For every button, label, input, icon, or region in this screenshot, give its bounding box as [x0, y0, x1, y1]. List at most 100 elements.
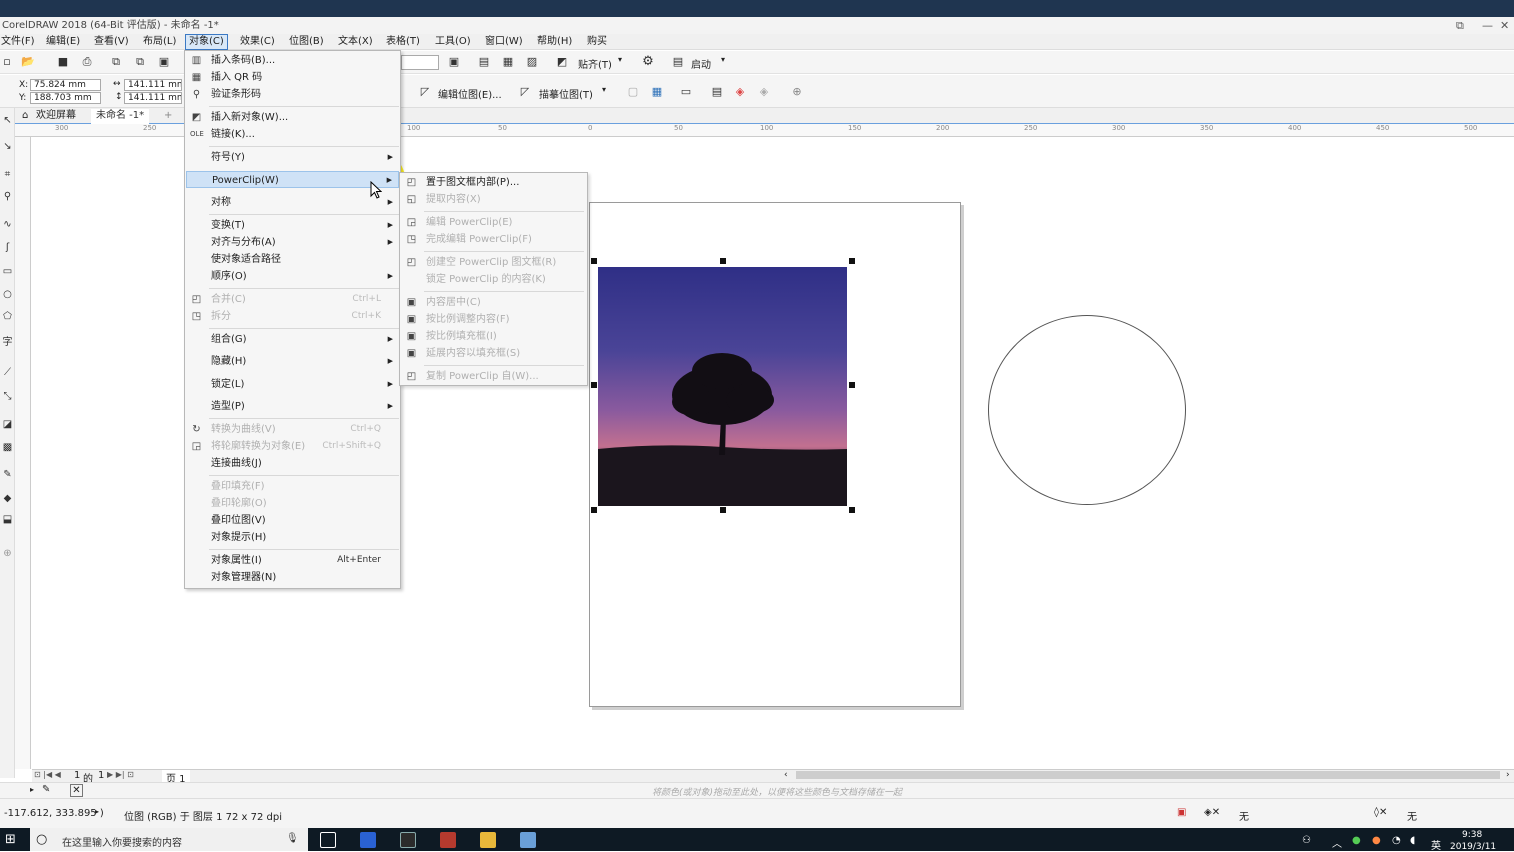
add-tool-icon[interactable]: ⊕: [1, 547, 14, 560]
zoom-dropdown[interactable]: [401, 55, 439, 70]
volume-icon[interactable]: ◖: [1410, 835, 1415, 846]
menu-edit[interactable]: 编辑(E): [43, 34, 83, 50]
menu-object[interactable]: 对象(C): [185, 34, 228, 50]
menu-tools[interactable]: 工具(O): [432, 34, 474, 50]
eyedropper-palette-icon[interactable]: ✎: [42, 784, 50, 795]
menu-item-object-manager[interactable]: 对象管理器(N): [186, 569, 399, 586]
bitmap-border-icon[interactable]: ▭: [679, 85, 693, 99]
windows-start-icon[interactable]: ⊞: [5, 832, 16, 847]
cut-icon[interactable]: ⧉: [109, 55, 123, 69]
snap-icon[interactable]: ◩: [555, 55, 569, 69]
scroll-right-icon[interactable]: ›: [1506, 770, 1510, 780]
ime-indicator[interactable]: 英: [1431, 837, 1441, 852]
paste-icon[interactable]: ▣: [157, 55, 171, 69]
scroll-left-icon[interactable]: ‹: [784, 770, 788, 780]
menu-item-overprint-bitmap[interactable]: 叠印位图(V): [186, 512, 399, 529]
menu-item-insert-barcode[interactable]: ▥ 插入条码(B)...: [186, 52, 399, 69]
connector-tool-icon[interactable]: ⤡: [1, 390, 14, 403]
tab-welcome-screen[interactable]: 欢迎屏幕: [31, 109, 81, 124]
text-tool-icon[interactable]: 字: [1, 336, 14, 349]
coreldraw-taskbar-icon[interactable]: [400, 832, 416, 848]
menu-item-hide[interactable]: 隐藏(H) ▶: [186, 353, 399, 370]
launch-icon[interactable]: ▤: [671, 55, 685, 69]
zoom-tool-icon[interactable]: ⚲: [1, 190, 14, 203]
ellipse-shape[interactable]: [988, 315, 1186, 505]
app-taskbar-icon[interactable]: [440, 832, 456, 848]
selection-handle[interactable]: [720, 258, 726, 264]
menu-item-align-distribute[interactable]: 对齐与分布(A) ▶: [186, 234, 399, 251]
edit-bitmap-button[interactable]: 编辑位图(E)...: [438, 86, 502, 101]
fill-icon[interactable]: ◈✕: [1204, 807, 1220, 818]
new-doc-icon[interactable]: ▫: [0, 55, 14, 69]
current-page-number[interactable]: 1: [74, 770, 80, 781]
grid-icon[interactable]: ▦: [501, 55, 515, 69]
tab-add-button[interactable]: +: [159, 109, 177, 124]
tab-untitled-1[interactable]: 未命名 -1*: [91, 109, 150, 124]
menu-layout[interactable]: 布局(L): [140, 34, 179, 50]
tray-app-icon[interactable]: ●: [1372, 835, 1381, 846]
menu-item-insert-new-object[interactable]: ◩ 插入新对象(W)...: [186, 109, 399, 126]
selected-bitmap-image[interactable]: [598, 267, 847, 506]
status-arrow-icon[interactable]: ▸: [95, 807, 99, 816]
menu-item-object-properties[interactable]: 对象属性(I) Alt+Enter: [186, 552, 399, 569]
drop-shadow-icon[interactable]: ◪: [1, 418, 14, 431]
height-field[interactable]: 141.111 mm: [124, 92, 182, 104]
menu-item-transform[interactable]: 变换(T) ▶: [186, 217, 399, 234]
selection-handle[interactable]: [720, 507, 726, 513]
copy-icon[interactable]: ⧉: [133, 55, 147, 69]
snap-to-dropdown[interactable]: 贴齐(T): [578, 56, 612, 71]
bitmap-mask-icon[interactable]: ▤: [710, 85, 724, 99]
outline-icon[interactable]: ◊✕: [1374, 807, 1387, 818]
link-icon[interactable]: ◈: [757, 85, 771, 99]
taskbar-search-box[interactable]: ○ 在这里输入你要搜索的内容 🎙: [30, 828, 308, 851]
trace-chevron-down-icon[interactable]: ▾: [602, 85, 606, 94]
menu-effects[interactable]: 效果(C): [237, 34, 278, 50]
selection-handle[interactable]: [849, 507, 855, 513]
network-icon[interactable]: ◔: [1392, 835, 1401, 846]
launch-chevron-down-icon[interactable]: ▾: [721, 55, 725, 64]
polygon-tool-icon[interactable]: ⬠: [1, 310, 14, 323]
clock-time[interactable]: 9:38: [1462, 830, 1482, 840]
width-field[interactable]: 141.111 mm: [124, 79, 182, 91]
snap-chevron-down-icon[interactable]: ▾: [618, 55, 622, 64]
rulers-icon[interactable]: ▤: [477, 55, 491, 69]
trace-bitmap-button[interactable]: 描摹位图(T): [539, 86, 593, 101]
freehand-tool-icon[interactable]: ∿: [1, 218, 14, 231]
trace-bitmap-icon[interactable]: ◸: [518, 85, 532, 99]
close-icon[interactable]: ✕: [1500, 17, 1509, 34]
file-explorer-icon[interactable]: [480, 832, 496, 848]
edit-bitmap-icon[interactable]: ◸: [418, 85, 432, 99]
people-icon[interactable]: ⚇: [1302, 835, 1311, 846]
ellipse-tool-icon[interactable]: ○: [1, 288, 14, 301]
add-icon[interactable]: ⊕: [790, 85, 804, 99]
print-icon[interactable]: ⎙: [80, 55, 94, 69]
menu-item-verify-barcode[interactable]: ⚲ 验证条形码: [186, 86, 399, 103]
menu-item-shaping[interactable]: 造型(P) ▶: [186, 398, 399, 415]
selection-handle[interactable]: [591, 382, 597, 388]
menu-item-symmetry[interactable]: 对称 ▶: [186, 194, 399, 211]
interactive-fill-icon[interactable]: ◆: [1, 492, 14, 505]
transparency-icon[interactable]: ▩: [1, 441, 14, 454]
rectangle-tool-icon[interactable]: ▭: [1, 265, 14, 278]
menu-item-symbol[interactable]: 符号(Y) ▶: [186, 149, 399, 166]
selection-handle[interactable]: [591, 507, 597, 513]
launch-dropdown[interactable]: 启动: [691, 56, 711, 71]
pick-tool-icon[interactable]: ↖: [1, 114, 14, 127]
artistic-media-icon[interactable]: ʃ: [1, 241, 14, 254]
menu-item-fit-to-path[interactable]: 使对象适合路径: [186, 251, 399, 268]
menu-file[interactable]: 文件(F): [0, 34, 38, 50]
selection-handle[interactable]: [591, 258, 597, 264]
task-view-icon[interactable]: [320, 832, 336, 848]
next-page-icon[interactable]: ▶ ▶| ⊡: [107, 770, 134, 779]
gear-icon[interactable]: ⚙: [641, 55, 655, 69]
menu-help[interactable]: 帮助(H): [534, 34, 575, 50]
full-screen-icon[interactable]: ▣: [447, 55, 461, 69]
minimize-icon[interactable]: —: [1482, 17, 1493, 34]
menu-item-powerclip[interactable]: PowerClip(W) ▶: [186, 171, 399, 188]
vertical-ruler[interactable]: [15, 137, 31, 769]
tray-chevron-up-icon[interactable]: ︿: [1332, 835, 1342, 850]
guidelines-icon[interactable]: ▨: [525, 55, 539, 69]
restore-icon[interactable]: ⧉: [1456, 17, 1464, 34]
parallel-dimension-icon[interactable]: ⟋: [1, 366, 14, 379]
y-position-field[interactable]: 188.703 mm: [30, 92, 101, 104]
